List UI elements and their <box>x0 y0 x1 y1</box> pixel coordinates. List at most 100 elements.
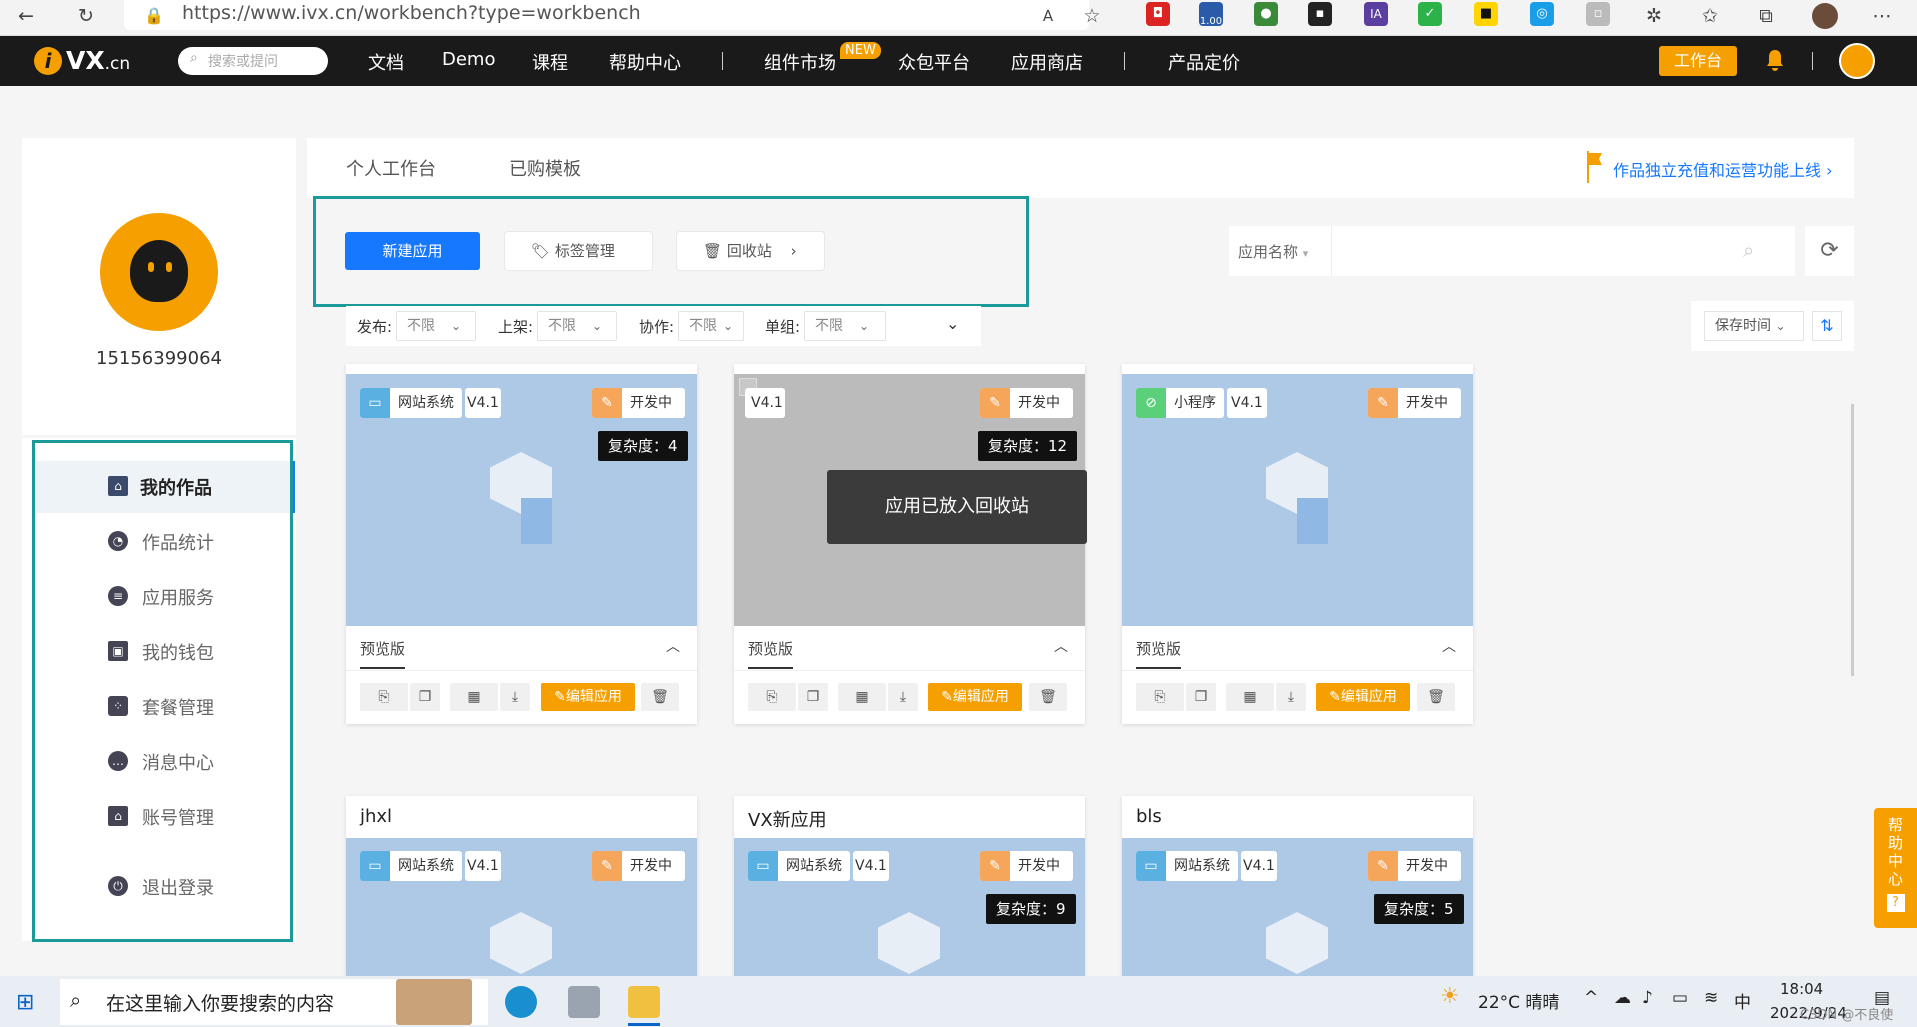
edit-app-button[interactable]: ✎编辑应用 <box>541 683 635 711</box>
sort-order-button[interactable]: ⇅ <box>1812 311 1842 341</box>
wifi-icon[interactable]: ≋ <box>1704 988 1718 1008</box>
nav-docs[interactable]: 文档 <box>368 49 404 75</box>
file-explorer-icon[interactable] <box>628 986 660 1018</box>
nav-crowdsource[interactable]: 众包平台 <box>898 49 970 75</box>
ext-tamper-icon[interactable]: ▪ <box>1308 2 1332 26</box>
ext-check-icon[interactable]: ✓ <box>1418 2 1442 26</box>
speaker-icon[interactable]: ♪ <box>1642 988 1653 1008</box>
ime-indicator[interactable]: 中 <box>1734 988 1751 1013</box>
ext-shield-icon[interactable]: ◘ <box>1146 2 1170 26</box>
logo-icon[interactable]: i <box>34 47 62 75</box>
battery-icon[interactable]: ▭ <box>1672 988 1688 1008</box>
ext-globe-icon[interactable]: ● <box>1254 2 1278 26</box>
app-title[interactable]: jhxl <box>360 806 392 827</box>
filter-select-collab[interactable]: 不限 ⌄ <box>678 311 744 341</box>
nav-pricing[interactable]: 产品定价 <box>1168 49 1240 75</box>
ext-compass-icon[interactable]: ◎ <box>1530 2 1554 26</box>
filter-select-group[interactable]: 不限 ⌄ <box>804 311 886 341</box>
preview-button[interactable]: ⎘ <box>748 683 796 711</box>
more-menu-icon[interactable]: ⋯ <box>1870 4 1894 28</box>
preview-label[interactable]: 预览版 <box>748 638 793 659</box>
nav-help-center[interactable]: 帮助中心 <box>609 49 681 75</box>
copy-button[interactable]: ❐ <box>798 683 828 711</box>
sidebar-item-packages[interactable]: 套餐管理 <box>142 694 214 720</box>
chevron-up-icon[interactable]: ︿ <box>1442 636 1456 656</box>
filter-expand-icon[interactable]: ⌄ <box>946 314 959 333</box>
delete-button[interactable]: 🗑 <box>1417 683 1455 711</box>
edit-app-button[interactable]: ✎编辑应用 <box>928 683 1022 711</box>
version-tag: V4.1 <box>1227 388 1267 418</box>
card-divider <box>346 670 697 671</box>
sidebar-item-account[interactable]: 账号管理 <box>142 804 214 830</box>
nav-courses[interactable]: 课程 <box>532 49 568 75</box>
notification-icon[interactable]: ▤ <box>1874 988 1890 1008</box>
search-icon[interactable]: ⌕ <box>1743 238 1754 262</box>
app-title[interactable]: VX新应用 <box>748 806 827 832</box>
delete-button[interactable]: 🗑 <box>641 683 679 711</box>
profile-avatar[interactable] <box>1812 3 1838 29</box>
ext-yellow-icon[interactable]: ■ <box>1474 2 1498 26</box>
back-arrow-icon[interactable]: ← <box>14 4 38 28</box>
help-center-tab[interactable]: 帮助中心 ? <box>1874 808 1917 928</box>
app-icon[interactable] <box>568 986 600 1018</box>
ext-badge-icon[interactable]: 1.00 <box>1199 2 1223 27</box>
sort-select[interactable]: 保存时间 ⌄ <box>1704 311 1804 341</box>
favorite-add-icon[interactable]: ☆ <box>1080 4 1104 28</box>
sidebar-item-my-works[interactable]: 我的作品 <box>140 474 212 500</box>
search-field-select[interactable]: 应用名称 ▾ <box>1238 241 1308 262</box>
tab-personal-workbench[interactable]: 个人工作台 <box>346 155 436 181</box>
sidebar-item-logout[interactable]: 退出登录 <box>142 874 214 900</box>
chevron-up-icon[interactable]: ︿ <box>666 636 680 656</box>
filter-select-listed[interactable]: 不限 ⌄ <box>537 311 617 341</box>
nav-demo[interactable]: Demo <box>442 49 495 70</box>
sidebar-item-services[interactable]: 应用服务 <box>142 584 214 610</box>
read-aloud-icon[interactable]: A <box>1036 4 1060 28</box>
app-search-input[interactable] <box>1340 230 1740 270</box>
nav-component-market[interactable]: 组件市场 <box>764 49 836 75</box>
ext-gray-icon[interactable]: ▫ <box>1586 2 1610 26</box>
preview-label[interactable]: 预览版 <box>1136 638 1181 659</box>
tab-purchased-templates[interactable]: 已购模板 <box>509 155 581 181</box>
app-title[interactable]: bls <box>1136 806 1162 827</box>
user-avatar[interactable] <box>1839 43 1875 79</box>
sidebar-item-stats[interactable]: 作品统计 <box>142 529 214 555</box>
copy-button[interactable]: ❐ <box>410 683 440 711</box>
refresh-button[interactable]: ⟳ <box>1805 226 1854 276</box>
weather-text[interactable]: 22°C 晴晴 <box>1478 988 1559 1013</box>
windows-start-icon[interactable]: ⊞ <box>16 990 34 1015</box>
workbench-button[interactable]: 工作台 <box>1659 46 1737 76</box>
new-app-button[interactable]: 新建应用 <box>345 232 480 270</box>
scrollbar[interactable] <box>1851 404 1854 676</box>
copy-button[interactable]: ❐ <box>1186 683 1216 711</box>
preview-label[interactable]: 预览版 <box>360 638 405 659</box>
sidebar-item-wallet[interactable]: 我的钱包 <box>142 639 214 665</box>
qrcode-button[interactable]: ▦ <box>838 683 886 711</box>
ext-ia-icon[interactable]: IA <box>1364 2 1388 26</box>
qrcode-button[interactable]: ▦ <box>1226 683 1274 711</box>
notice-link[interactable]: 作品独立充值和运营功能上线 › <box>1613 157 1833 181</box>
nav-app-store[interactable]: 应用商店 <box>1011 49 1083 75</box>
preview-button[interactable]: ⎘ <box>360 683 408 711</box>
chevron-up-icon[interactable]: ︿ <box>1054 636 1068 656</box>
logo[interactable]: VX.cn <box>66 46 130 75</box>
favorites-icon[interactable]: ✩ <box>1698 4 1722 28</box>
sidebar-item-messages[interactable]: 消息中心 <box>142 749 214 775</box>
tray-expand-icon[interactable]: ^ <box>1584 988 1598 1008</box>
filter-select-publish[interactable]: 不限 ⌄ <box>396 311 476 341</box>
download-button[interactable]: ⤓ <box>888 683 918 711</box>
edit-app-button[interactable]: ✎编辑应用 <box>1316 683 1410 711</box>
download-button[interactable]: ⤓ <box>500 683 530 711</box>
qrcode-button[interactable]: ▦ <box>450 683 498 711</box>
delete-button[interactable]: 🗑 <box>1029 683 1067 711</box>
edge-browser-icon[interactable] <box>505 986 537 1018</box>
onedrive-icon[interactable]: ☁ <box>1614 988 1631 1008</box>
collections-icon[interactable]: ⧉ <box>1754 4 1778 28</box>
extensions-icon[interactable]: ✲ <box>1642 4 1666 28</box>
tag-manage-button[interactable]: 🏷 标签管理 <box>505 232 652 270</box>
preview-button[interactable]: ⎘ <box>1136 683 1184 711</box>
bell-icon[interactable] <box>1764 48 1786 72</box>
clock-time[interactable]: 18:04 <box>1780 980 1823 998</box>
download-button[interactable]: ⤓ <box>1276 683 1306 711</box>
recycle-bin-button[interactable]: 🗑 回收站 › <box>677 232 824 270</box>
reload-icon[interactable]: ↻ <box>74 4 98 28</box>
